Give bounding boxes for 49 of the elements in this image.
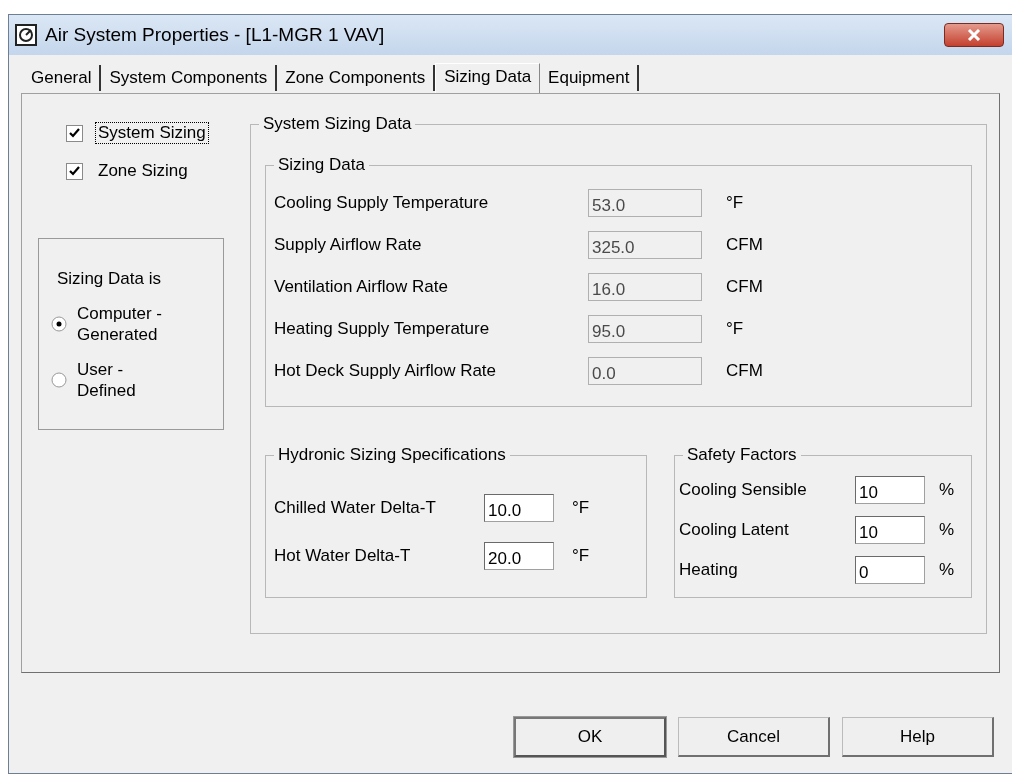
unit-label: CFM [726,235,763,255]
close-icon [967,29,981,41]
input-field[interactable]: 10 [855,476,925,504]
field-label: Heating [679,560,739,580]
field-label: Ventilation Airflow Rate [274,277,449,297]
group-title: Safety Factors [683,445,801,465]
input-field[interactable]: 10.0 [484,494,554,522]
unit-label: % [939,560,955,580]
checkbox-label[interactable]: Zone Sizing [95,160,191,182]
tab[interactable]: Equipment [540,65,640,91]
unit-label: °F [726,319,744,339]
dialog-button[interactable]: OK [514,717,666,757]
group-title: Sizing Data [274,155,369,175]
tab[interactable]: System Components [101,65,278,91]
unit-label: CFM [726,277,763,297]
close-button[interactable] [944,23,1004,47]
input-field[interactable]: 10 [855,516,925,544]
group-title: Sizing Data is [57,269,161,288]
radio-label[interactable]: User - Defined [77,359,167,401]
radio-label[interactable]: Computer - Generated [77,303,167,345]
unit-label: °F [726,193,744,213]
dialog-button[interactable]: Cancel [678,717,830,757]
field-label: Cooling Sensible [679,480,808,500]
dialog-button[interactable]: Help [842,717,994,757]
checkbox[interactable] [66,124,83,142]
unit-label: % [939,480,955,500]
field-label: Hot Deck Supply Airflow Rate [274,361,498,381]
field-label: Cooling Latent [679,520,790,540]
unit-label: CFM [726,361,763,381]
unit-label: °F [572,498,590,518]
field-label: Cooling Supply Temperature [274,193,490,213]
window-title: Air System Properties - [L1-MGR 1 VAV] [45,24,386,46]
checkbox-label[interactable]: System Sizing [95,122,209,144]
checkbox[interactable] [66,162,83,180]
field-label: Chilled Water Delta-T [274,498,437,518]
unit-label: °F [572,546,590,566]
input-field[interactable]: 0 [855,556,925,584]
group-title: Hydronic Sizing Specifications [274,445,510,465]
radio-button[interactable] [51,372,67,388]
field-label: Hot Water Delta-T [274,546,412,566]
tab[interactable]: Sizing Data [435,63,541,93]
input-field[interactable]: 20.0 [484,542,554,570]
unit-label: % [939,520,955,540]
group-title: System Sizing Data [259,114,416,134]
app-icon [15,24,37,46]
field-label: Heating Supply Temperature [274,319,491,339]
field-label: Supply Airflow Rate [274,235,423,255]
radio-button[interactable] [51,316,67,332]
tab[interactable]: General [23,65,102,91]
